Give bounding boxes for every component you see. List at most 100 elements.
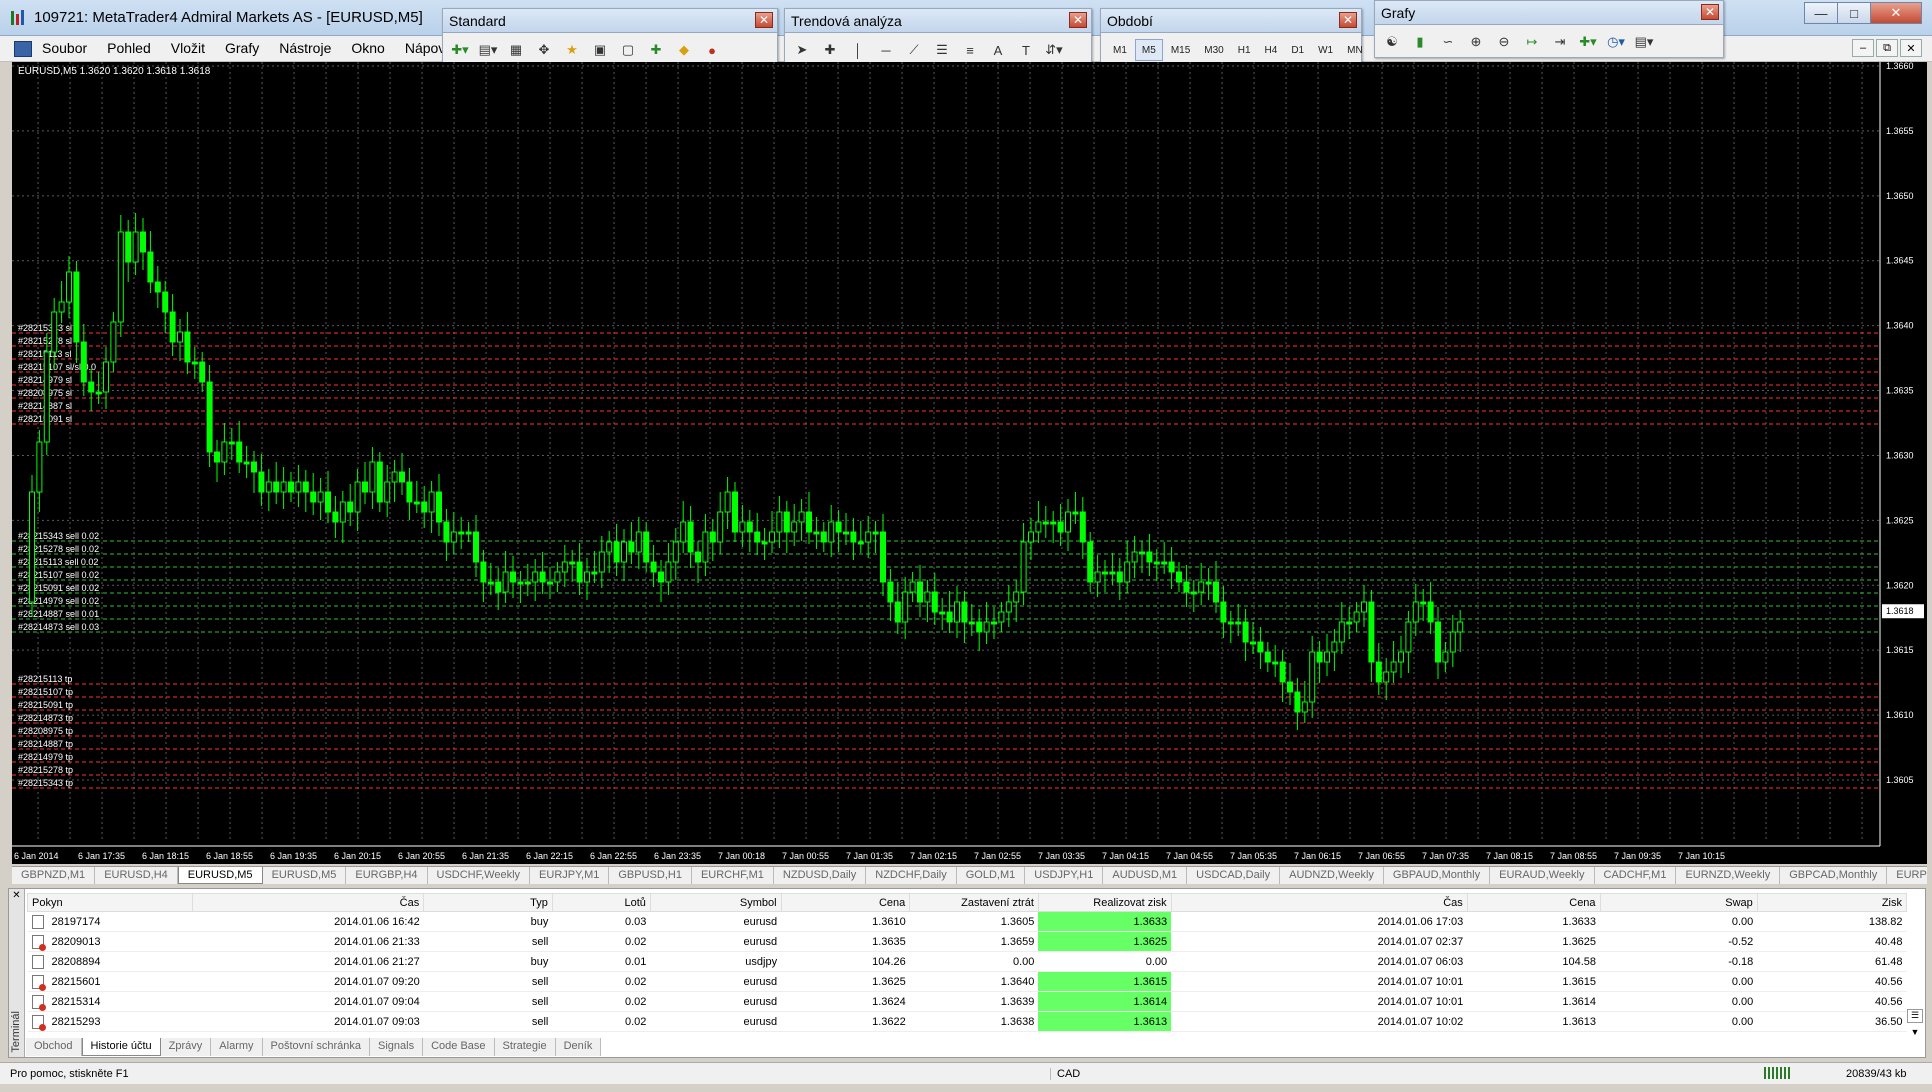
table-row[interactable]: 28209013 2014.01.06 21:33 sell 0.02 eurusd 1.… xyxy=(27,931,1907,952)
arrows-icon[interactable]: ⇵▾ xyxy=(1043,39,1065,61)
text-icon[interactable]: A xyxy=(987,39,1009,61)
menu-okno[interactable]: Okno xyxy=(351,40,384,56)
table-row[interactable]: 28208894 2014.01.06 21:27 buy 0.01 usdjpy 104… xyxy=(27,951,1907,972)
toolbar-close-button[interactable]: ✕ xyxy=(1701,4,1719,20)
favorites-icon[interactable]: ★ xyxy=(561,39,583,61)
chart-tab[interactable]: EURUSD,M5 xyxy=(177,867,263,884)
table-row[interactable]: 28215293 2014.01.07 09:03 sell 0.02 eurusd 1.… xyxy=(27,1011,1907,1032)
terminal-tab[interactable]: Alarmy xyxy=(211,1038,263,1056)
zoom-out-icon[interactable]: ⊖ xyxy=(1493,31,1515,53)
column-header[interactable]: Čas xyxy=(1170,893,1468,912)
column-header[interactable]: Cena xyxy=(1466,893,1601,912)
terminal-tab[interactable]: Historie účtu xyxy=(81,1038,161,1056)
menu-pohled[interactable]: Pohled xyxy=(107,40,151,56)
zoom-in-icon[interactable]: ⊕ xyxy=(1465,31,1487,53)
menu-nastroje[interactable]: Nástroje xyxy=(279,40,331,56)
candlestick-icon[interactable]: ▮ xyxy=(1409,31,1431,53)
menu-vlozit[interactable]: Vložit xyxy=(171,40,205,56)
market-watch-icon[interactable]: ▦ xyxy=(505,39,527,61)
column-header[interactable]: Čas xyxy=(192,893,425,912)
indicators-icon[interactable]: ✚▾ xyxy=(1577,31,1599,53)
column-header[interactable]: Typ xyxy=(423,893,553,912)
close-button[interactable]: ✕ xyxy=(1870,2,1922,24)
chart-tab[interactable]: USDCHF,Weekly xyxy=(428,867,531,884)
chart-tab[interactable]: GBPUSD,H1 xyxy=(609,867,692,884)
standard-toolbar[interactable]: Standard ✕ ✚▾ ▤▾ ▦ ✥ ★ ▣ ▢ ✚ ◆ ● xyxy=(442,8,778,68)
mdi-minimize-button[interactable]: – xyxy=(1852,39,1874,57)
timeframe-h4-button[interactable]: H4 xyxy=(1259,39,1284,61)
autotrading-icon[interactable]: ● xyxy=(701,39,723,61)
table-row[interactable]: 28197174 2014.01.06 16:42 buy 0.03 eurusd 1.3… xyxy=(27,911,1907,932)
column-header[interactable]: Zastavení ztrát xyxy=(909,893,1039,912)
timeframe-h1-button[interactable]: H1 xyxy=(1232,39,1257,61)
timeframe-d1-button[interactable]: D1 xyxy=(1285,39,1310,61)
chart-tab[interactable]: EURUSD,H4 xyxy=(95,867,178,884)
column-header[interactable]: Symbol xyxy=(649,893,782,912)
chart-tab[interactable]: CADCHF,M1 xyxy=(1595,867,1677,884)
new-chart-icon[interactable]: ✚▾ xyxy=(449,39,471,61)
column-header[interactable]: Pokyn xyxy=(26,893,194,912)
timeframe-m30-button[interactable]: M30 xyxy=(1198,39,1229,61)
terminal-tab[interactable]: Signals xyxy=(370,1038,424,1056)
metaeditor-icon[interactable]: ◆ xyxy=(673,39,695,61)
mdi-chart-icon[interactable] xyxy=(14,41,32,57)
chart-tab[interactable]: GBPNZD,M1 xyxy=(12,867,96,884)
strategy-tester-icon[interactable]: ▢ xyxy=(617,39,639,61)
auto-scroll-icon[interactable]: ↦ xyxy=(1521,31,1543,53)
fibonacci-icon[interactable]: ≡ xyxy=(959,39,981,61)
column-header[interactable]: Zisk xyxy=(1756,893,1908,912)
chart-shift-icon[interactable]: ⇥ xyxy=(1549,31,1571,53)
terminal-scrollbar[interactable]: ☰ ▼ xyxy=(1907,913,1923,1037)
column-header[interactable]: Swap xyxy=(1599,893,1758,912)
mdi-close-button[interactable]: ✕ xyxy=(1900,39,1922,57)
price-chart[interactable]: 1.3660 1.3655 1.3650 1.3645 1.3640 1.3635 1.36… xyxy=(12,62,1927,864)
periods-icon[interactable]: ◷▾ xyxy=(1605,31,1627,53)
chart-tab[interactable]: GBPCAD,Monthly xyxy=(1780,867,1888,884)
terminal-icon[interactable]: ▣ xyxy=(589,39,611,61)
mdi-restore-button[interactable]: ⧉ xyxy=(1876,39,1898,57)
chart-tab[interactable]: NZDCHF,Daily xyxy=(866,867,957,884)
toolbar-close-button[interactable]: ✕ xyxy=(1069,12,1087,28)
chart-tab[interactable]: EURCHF,M1 xyxy=(692,867,774,884)
profiles-icon[interactable]: ▤▾ xyxy=(477,39,499,61)
line-chart-icon[interactable]: ∽ xyxy=(1437,31,1459,53)
text-label-icon[interactable]: T xyxy=(1015,39,1037,61)
charts-toolbar[interactable]: Grafy ✕ ☯ ▮ ∽ ⊕ ⊖ ↦ ⇥ ✚▾ ◷▾ ▤▾ xyxy=(1374,0,1724,58)
column-header[interactable]: Cena xyxy=(780,893,911,912)
timeframe-w1-button[interactable]: W1 xyxy=(1312,39,1339,61)
terminal-close-icon[interactable]: ✕ xyxy=(11,891,22,902)
menu-grafy[interactable]: Grafy xyxy=(225,40,259,56)
terminal-tab[interactable]: Deník xyxy=(556,1038,602,1056)
templates-icon[interactable]: ▤▾ xyxy=(1633,31,1655,53)
chart-tab[interactable]: EURUSD,M5 xyxy=(263,867,347,884)
chart-tab[interactable]: EURNZD,Weekly xyxy=(1676,867,1781,884)
column-header[interactable]: Lotů xyxy=(551,893,651,912)
column-header[interactable]: Realizovat zisk xyxy=(1037,893,1172,912)
terminal-tab[interactable]: Strategie xyxy=(495,1038,556,1056)
chart-tab[interactable]: GOLD,M1 xyxy=(957,867,1026,884)
timeframe-mn-button[interactable]: MN xyxy=(1341,39,1369,61)
chart-tab[interactable]: AUDNZD,Weekly xyxy=(1280,867,1384,884)
new-order-icon[interactable]: ✚ xyxy=(645,39,667,61)
trend-analysis-toolbar[interactable]: Trendová analýza ✕ ➤ ✚ │ ─ ⟋ ☰ ≡ A T ⇵▾ xyxy=(784,8,1092,68)
chart-tab[interactable]: EURAUD,Weekly xyxy=(1490,867,1595,884)
terminal-tab[interactable]: Obchod xyxy=(26,1038,82,1056)
timeframe-m15-button[interactable]: M15 xyxy=(1165,39,1196,61)
chart-tab[interactable]: NZDUSD,Daily xyxy=(774,867,867,884)
bar-chart-icon[interactable]: ☯ xyxy=(1381,31,1403,53)
terminal-tab[interactable]: Code Base xyxy=(423,1038,495,1056)
toolbar-close-button[interactable]: ✕ xyxy=(755,12,773,28)
chart-tab[interactable]: USDJPY,H1 xyxy=(1025,867,1104,884)
trendline-icon[interactable]: ⟋ xyxy=(903,39,925,61)
chart-tab[interactable]: AUDUSD,M1 xyxy=(1103,867,1188,884)
navigator-icon[interactable]: ✥ xyxy=(533,39,555,61)
period-toolbar[interactable]: Období ✕ M1 M5 M15 M30 H1 H4 D1 W1 MN xyxy=(1100,8,1363,68)
timeframe-m5-button[interactable]: M5 xyxy=(1134,39,1163,61)
table-row[interactable]: 28215601 2014.01.07 09:20 sell 0.02 eurusd 1.… xyxy=(27,971,1907,992)
terminal-tab[interactable]: Zprávy xyxy=(161,1038,212,1056)
cursor-icon[interactable]: ➤ xyxy=(791,39,813,61)
toolbar-close-button[interactable]: ✕ xyxy=(1339,12,1357,28)
minimize-button[interactable]: — xyxy=(1804,2,1838,24)
chart-tab[interactable]: EURJPY,M1 xyxy=(530,867,610,884)
candlestick-chart-svg[interactable]: 1.3660 1.3655 1.3650 1.3645 1.3640 1.3635 1.36… xyxy=(12,62,1927,864)
